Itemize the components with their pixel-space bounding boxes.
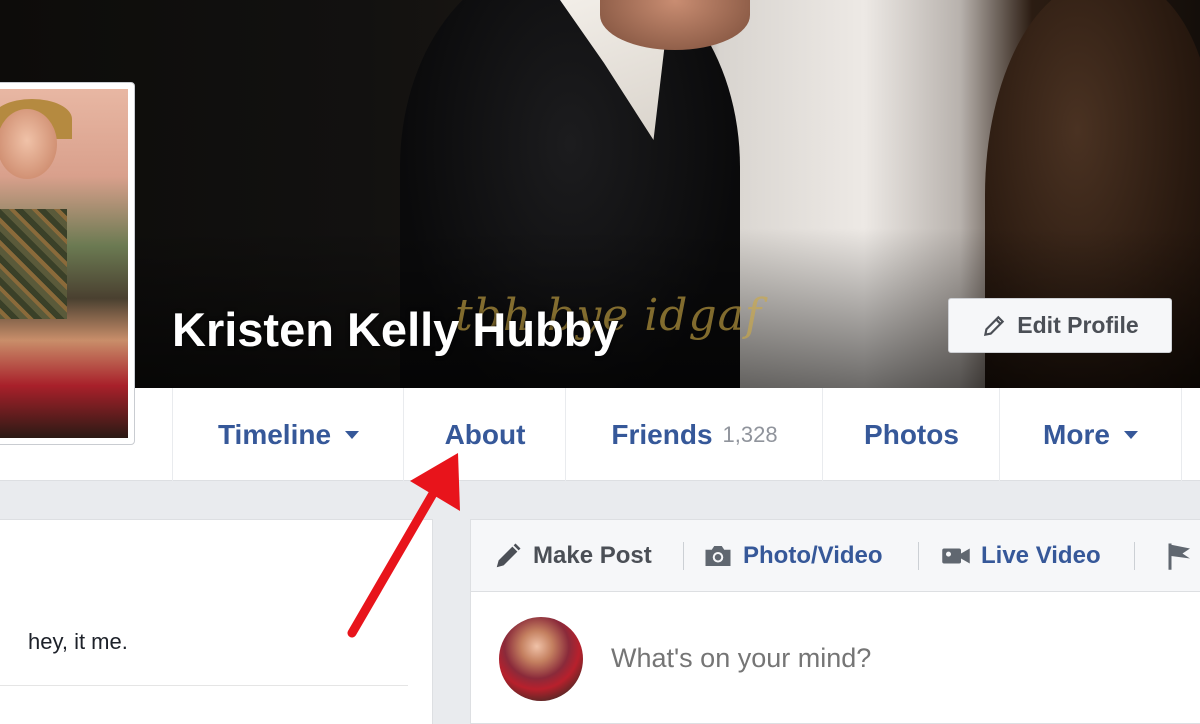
profile-picture-image xyxy=(0,89,128,438)
tab-timeline-label: Timeline xyxy=(217,418,332,450)
composer-tab-bar: Make Post Photo/Video Live Video xyxy=(471,520,1200,592)
friends-count: 1,328 xyxy=(722,421,778,447)
divider xyxy=(0,685,408,686)
divider xyxy=(918,542,919,570)
caret-down-icon xyxy=(345,430,360,439)
composer-tab-live-video[interactable]: Live Video xyxy=(941,520,1101,592)
avatar-dress xyxy=(0,209,67,319)
cover-photo[interactable]: tbh bye idgaf Kristen Kelly Hubby Edit P… xyxy=(0,0,1200,388)
content-gap xyxy=(0,481,1200,519)
tab-friends-label: Friends xyxy=(611,418,713,450)
intro-bio: hey, it me. xyxy=(28,629,128,654)
pencil-icon xyxy=(496,543,521,568)
edit-profile-label: Edit Profile xyxy=(1017,312,1139,338)
composer-tab-make-post-label: Make Post xyxy=(533,542,652,569)
avatar-face xyxy=(0,109,57,179)
tab-photos[interactable]: Photos xyxy=(822,388,1000,481)
caret-down-icon xyxy=(1123,430,1138,439)
video-camera-icon xyxy=(942,548,970,564)
divider xyxy=(683,542,684,570)
composer-avatar xyxy=(499,617,583,701)
composer-tab-live-video-label: Live Video xyxy=(981,542,1101,569)
flag-icon xyxy=(1168,543,1190,570)
tab-more-label: More xyxy=(1043,418,1110,450)
tab-friends[interactable]: Friends 1,328 xyxy=(565,388,823,481)
tab-photos-label: Photos xyxy=(864,418,959,450)
whats-on-your-mind-input[interactable] xyxy=(611,643,1111,674)
composer-tab-make-post[interactable]: Make Post xyxy=(493,520,652,592)
profile-picture[interactable] xyxy=(0,82,135,445)
camera-icon xyxy=(705,546,731,566)
pencil-icon xyxy=(984,315,1005,336)
profile-name[interactable]: Kristen Kelly Hubby xyxy=(172,302,619,357)
profile-nav-bar: Timeline About Friends 1,328 Photos More xyxy=(0,388,1200,481)
post-composer: Make Post Photo/Video Live Video xyxy=(470,519,1200,724)
edit-profile-button[interactable]: Edit Profile xyxy=(948,298,1172,353)
divider xyxy=(1134,542,1135,570)
composer-tab-photo-video[interactable]: Photo/Video xyxy=(703,520,883,592)
tab-more[interactable]: More xyxy=(999,388,1182,481)
composer-tab-flag[interactable] xyxy=(1165,520,1195,592)
annotation-arrow-icon xyxy=(347,453,460,638)
composer-tab-photo-video-label: Photo/Video xyxy=(743,542,883,569)
